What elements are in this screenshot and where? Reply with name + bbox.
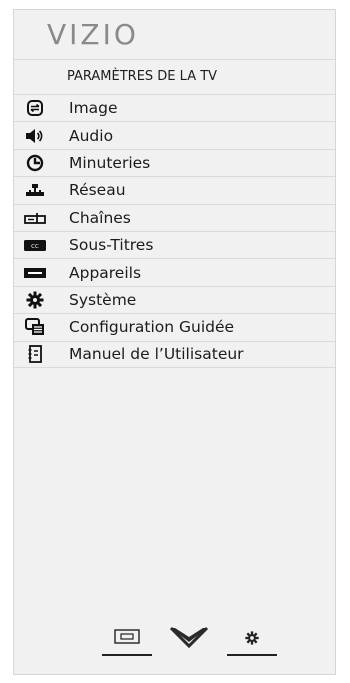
menu-item-channels[interactable]: Chaînes — [14, 203, 335, 231]
menu-footer — [14, 620, 335, 656]
menu-close-button[interactable] — [164, 622, 214, 656]
menu-item-label: Réseau — [69, 181, 126, 200]
underline — [227, 654, 277, 656]
menu-item-guided-setup[interactable]: Configuration Guidée — [14, 313, 335, 340]
menu-item-subtitles[interactable]: CC Sous-Titres — [14, 230, 335, 258]
devices-icon — [23, 264, 47, 282]
manual-icon — [23, 345, 47, 364]
divider — [14, 59, 335, 60]
underline — [102, 654, 152, 656]
menu-item-label: Manuel de l’Utilisateur — [69, 345, 244, 364]
screen-icon — [112, 629, 142, 649]
menu-item-label: Appareils — [69, 263, 142, 282]
picture-mode-button[interactable] — [102, 622, 152, 656]
menu-title: PARAMÈTRES DE LA TV — [67, 69, 218, 84]
speaker-icon — [23, 127, 47, 145]
chevron-down-icon — [169, 626, 209, 652]
vizio-logo: VIZIO — [47, 18, 139, 51]
clock-icon — [23, 154, 47, 172]
menu-item-devices[interactable]: Appareils — [14, 258, 335, 285]
gear-icon — [23, 291, 47, 309]
menu-item-label: Sous-Titres — [69, 236, 154, 255]
guided-setup-icon — [23, 318, 47, 336]
menu-item-label: Minuteries — [69, 153, 151, 172]
closed-caption-icon: CC — [23, 236, 47, 254]
menu-item-audio[interactable]: Audio — [14, 121, 335, 148]
settings-menu: Image Audio Minuteries Réseau Chaînes CC… — [14, 94, 335, 368]
svg-text:CC: CC — [31, 244, 39, 250]
network-icon — [23, 181, 47, 199]
menu-item-label: Image — [69, 99, 118, 118]
menu-item-label: Configuration Guidée — [69, 318, 235, 337]
antenna-icon — [23, 209, 47, 227]
menu-item-system[interactable]: Système — [14, 285, 335, 313]
gear-icon — [245, 630, 259, 649]
menu-item-label: Audio — [69, 126, 114, 145]
menu-item-image[interactable]: Image — [14, 94, 335, 121]
settings-panel: VIZIO PARAMÈTRES DE LA TV Image Audio Mi… — [13, 9, 336, 675]
menu-item-label: Système — [69, 290, 137, 309]
menu-item-network[interactable]: Réseau — [14, 176, 335, 203]
picture-icon — [23, 99, 47, 117]
menu-item-user-manual[interactable]: Manuel de l’Utilisateur — [14, 340, 335, 368]
menu-item-timers[interactable]: Minuteries — [14, 148, 335, 176]
menu-item-label: Chaînes — [69, 208, 131, 227]
settings-button[interactable] — [227, 622, 277, 656]
